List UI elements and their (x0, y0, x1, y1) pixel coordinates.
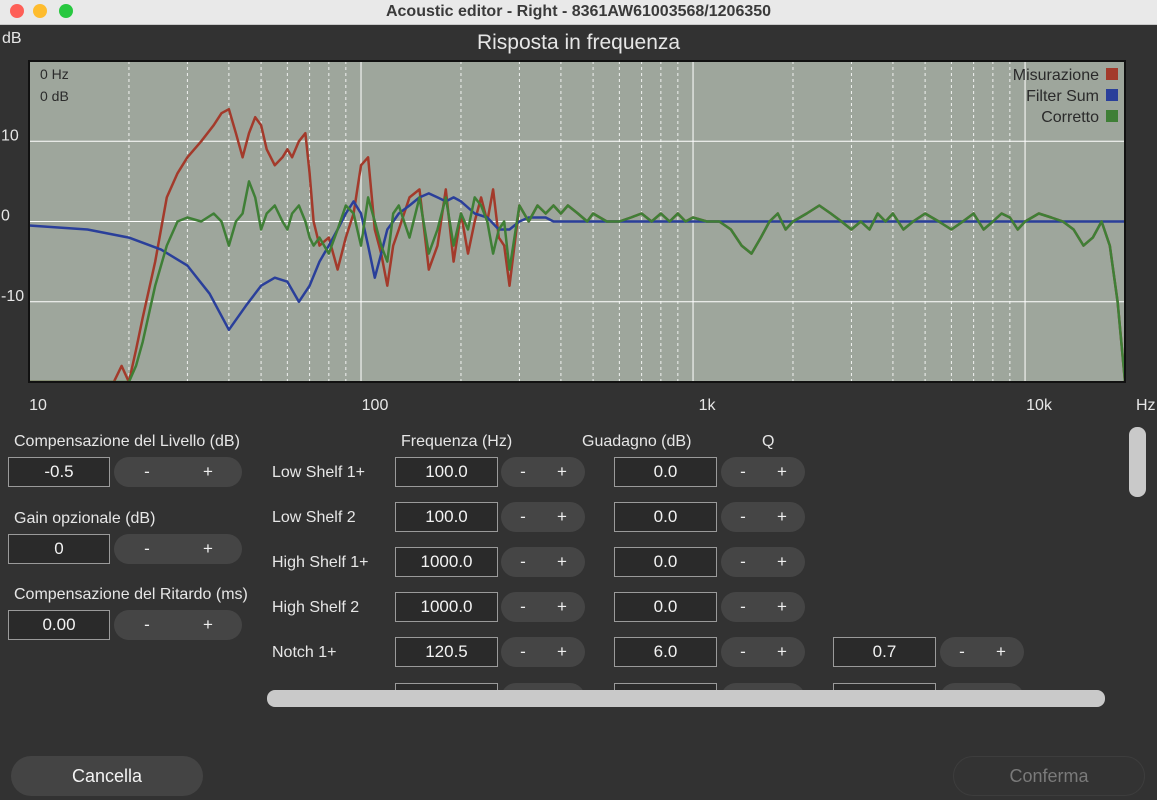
gain-plus-button[interactable]: + (770, 502, 794, 532)
gain-plus-button[interactable]: + (770, 637, 794, 667)
frequency-stepper: - + (501, 457, 585, 487)
filter-gain-field[interactable]: 6.0 (614, 637, 717, 667)
gain-stepper: - + (721, 457, 805, 487)
filter-gain-field[interactable]: 0.0 (614, 547, 717, 577)
frequency-stepper[interactable] (501, 683, 585, 690)
cursor-readout: 0 Hz (40, 66, 69, 82)
frequency-plus-button[interactable]: + (550, 547, 574, 577)
filter-gain-field[interactable]: 0.0 (614, 592, 717, 622)
frequency-minus-button[interactable]: - (511, 457, 535, 487)
filter-frequency-field[interactable]: 100.0 (395, 457, 498, 487)
q-minus-button[interactable]: - (950, 637, 974, 667)
gain-minus-button[interactable]: - (731, 637, 755, 667)
filter-gain-field[interactable]: 0.0 (614, 457, 717, 487)
frequency-minus-button[interactable]: - (511, 637, 535, 667)
x-axis-label: Hz (1136, 397, 1156, 414)
gain-plus-button[interactable]: + (770, 457, 794, 487)
filter-name: Low Shelf 2 (272, 509, 356, 526)
level-compensation-label: Compensazione del Livello (dB) (14, 433, 240, 450)
filter-gain-field[interactable] (614, 683, 717, 690)
window-title: Acoustic editor - Right - 8361AW61003568… (385, 3, 772, 20)
frequency-minus-button[interactable]: - (511, 592, 535, 622)
gain-stepper: - + (721, 547, 805, 577)
level-compensation-field[interactable]: -0.5 (8, 457, 110, 487)
filter-frequency-field[interactable] (395, 683, 498, 690)
header-frequency: Frequenza (Hz) (401, 433, 513, 450)
frequency-minus-button[interactable]: - (511, 502, 535, 532)
filter-gain-field[interactable]: 0.0 (614, 502, 717, 532)
legend-swatch (1106, 89, 1118, 101)
x-tick-label: 1k (699, 397, 717, 414)
vertical-scrollbar[interactable] (1129, 427, 1146, 497)
gain-minus-button[interactable]: - (731, 457, 755, 487)
gain-stepper[interactable] (721, 683, 805, 690)
frequency-stepper: - + (501, 502, 585, 532)
level-minus-button[interactable]: - (135, 457, 159, 487)
frequency-stepper: - + (501, 592, 585, 622)
q-plus-button[interactable]: + (989, 637, 1013, 667)
cancel-button[interactable]: Cancella (11, 756, 203, 796)
legend-label: Corretto (1041, 109, 1099, 126)
optional-gain-field[interactable]: 0 (8, 534, 110, 564)
gain-stepper: - + (721, 502, 805, 532)
horizontal-scrollbar[interactable] (267, 690, 1105, 707)
legend-label: Filter Sum (1026, 88, 1099, 105)
legend-swatch (1106, 110, 1118, 122)
optional-gain-label: Gain opzionale (dB) (14, 510, 156, 527)
delay-compensation-field[interactable]: 0.00 (8, 610, 110, 640)
delay-plus-button[interactable]: + (196, 610, 220, 640)
next-filter-row (0, 682, 1157, 690)
legend-label: Misurazione (1013, 67, 1099, 84)
gain-plus-button[interactable]: + (196, 534, 220, 564)
header-q: Q (762, 433, 775, 450)
x-tick-label: 10 (29, 397, 47, 414)
filter-frequency-field[interactable]: 120.5 (395, 637, 498, 667)
gain-minus-button[interactable]: - (135, 534, 159, 564)
header-gain: Guadagno (dB) (582, 433, 692, 450)
filter-name: High Shelf 2 (272, 599, 360, 616)
cursor-readout: 0 dB (40, 88, 69, 104)
frequency-plus-button[interactable]: + (550, 502, 574, 532)
level-stepper: - + (114, 457, 242, 487)
x-tick-label: 100 (362, 397, 389, 414)
gain-plus-button[interactable]: + (770, 592, 794, 622)
gain-plus-button[interactable]: + (770, 547, 794, 577)
level-plus-button[interactable]: + (196, 457, 220, 487)
q-stepper: - + (940, 637, 1024, 667)
frequency-stepper: - + (501, 547, 585, 577)
filter-frequency-field[interactable]: 1000.0 (395, 547, 498, 577)
y-tick-label: 0 (1, 208, 10, 225)
gain-stepper: - + (721, 592, 805, 622)
x-tick-label: 10k (1026, 397, 1053, 414)
filter-name: Low Shelf 1+ (272, 464, 365, 481)
delay-minus-button[interactable]: - (135, 610, 159, 640)
y-tick-label: -10 (1, 288, 24, 305)
q-stepper[interactable] (940, 683, 1024, 690)
filter-frequency-field[interactable]: 1000.0 (395, 592, 498, 622)
confirm-button[interactable]: Conferma (953, 756, 1145, 796)
gain-minus-button[interactable]: - (731, 502, 755, 532)
filter-frequency-field[interactable]: 100.0 (395, 502, 498, 532)
delay-compensation-label: Compensazione del Ritardo (ms) (14, 586, 248, 603)
title-bar: Acoustic editor - Right - 8361AW61003568… (0, 0, 1157, 25)
frequency-plus-button[interactable]: + (550, 592, 574, 622)
gain-stepper: - + (721, 637, 805, 667)
filter-q-field[interactable] (833, 683, 936, 690)
frequency-stepper: - + (501, 637, 585, 667)
gain-minus-button[interactable]: - (731, 592, 755, 622)
filter-name: High Shelf 1+ (272, 554, 369, 571)
frequency-plus-button[interactable]: + (550, 457, 574, 487)
y-tick-label: 10 (1, 127, 19, 144)
filter-q-field[interactable]: 0.7 (833, 637, 936, 667)
gain-stepper: - + (114, 534, 242, 564)
frequency-minus-button[interactable]: - (511, 547, 535, 577)
legend-swatch (1106, 68, 1118, 80)
gain-minus-button[interactable]: - (731, 547, 755, 577)
delay-stepper: - + (114, 610, 242, 640)
frequency-response-chart[interactable]: 0 Hz0 dBMisurazioneFilter SumCorretto100… (0, 52, 1157, 417)
filter-name: Notch 1+ (272, 644, 337, 661)
frequency-plus-button[interactable]: + (550, 637, 574, 667)
